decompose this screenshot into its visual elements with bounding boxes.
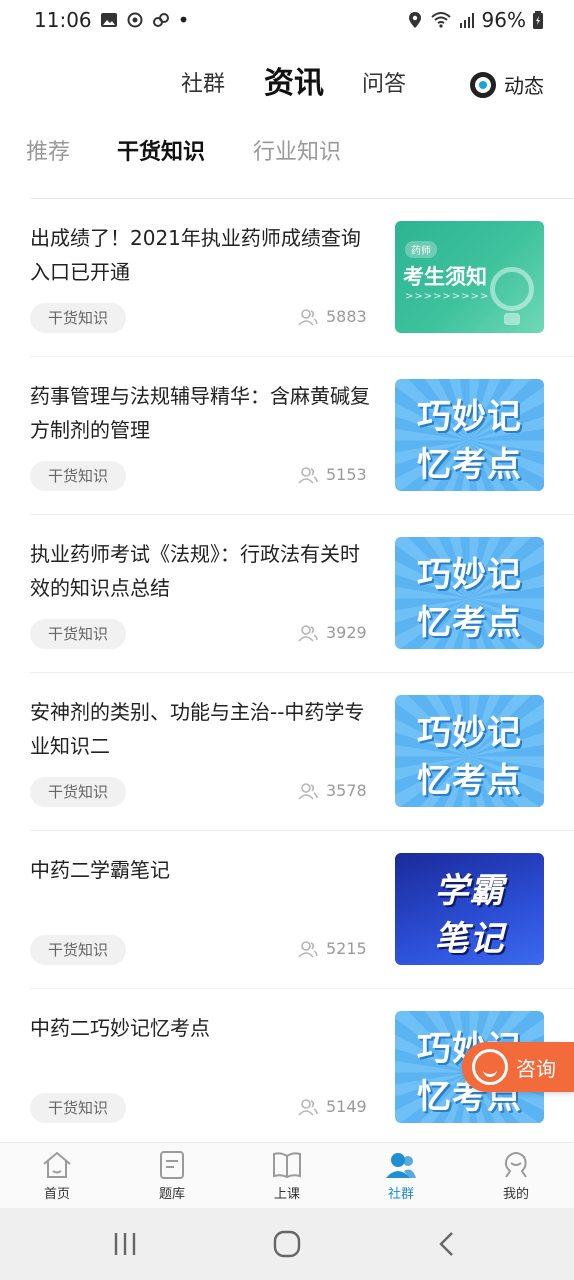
nav-home[interactable]: 首页 [12, 1151, 102, 1202]
question-bank-icon [160, 1151, 184, 1179]
status-bar: 11:06 • 96% [0, 0, 574, 40]
article-thumbnail: 巧妙记 忆考点 [395, 379, 544, 491]
view-count: 3929 [298, 623, 367, 642]
article-tag: 干货知识 [30, 461, 127, 491]
article-title: 执业药师考试《法规》：行政法有关时效的知识点总结 [30, 542, 360, 600]
view-count: 3578 [298, 781, 367, 800]
view-count: 5153 [298, 465, 367, 484]
consult-button[interactable]: 咨询 [462, 1042, 574, 1092]
book-icon [273, 1152, 301, 1179]
sub-tab-bar: 推荐 干货知识 行业知识 [0, 128, 574, 172]
nav-community[interactable]: 社群 [356, 1151, 446, 1202]
top-tab-bar: 社群 资讯 问答 动态 [0, 52, 574, 112]
users-icon [298, 308, 318, 326]
customer-service-icon [472, 1049, 508, 1085]
article-thumbnail: 药师 考生须知 >>>>>>>>> [395, 221, 544, 333]
link-icon [152, 13, 169, 27]
article-thumbnail: 学霸 笔记 [395, 853, 544, 965]
article-item[interactable]: 中药二学霸笔记 干货知识 5215 学霸 笔记 [30, 831, 574, 989]
status-time: 11:06 [34, 8, 92, 32]
signal-icon [459, 13, 474, 28]
users-icon [298, 466, 318, 484]
article-tag: 干货知识 [30, 619, 127, 649]
status-dot: • [177, 8, 190, 32]
system-nav-bar [0, 1208, 574, 1280]
article-thumbnail: 巧妙记 忆考点 [395, 695, 544, 807]
dynamic-button[interactable]: 动态 [470, 70, 544, 99]
nav-profile[interactable]: 我的 [471, 1151, 561, 1202]
battery-level: 96% [481, 8, 526, 32]
tab-news[interactable]: 资讯 [264, 58, 324, 102]
users-icon [298, 940, 318, 958]
users-icon [298, 624, 318, 642]
location-icon [408, 12, 421, 28]
article-item[interactable]: 执业药师考试《法规》：行政法有关时效的知识点总结 干货知识 3929 巧妙记 忆… [30, 515, 574, 673]
sync-icon [127, 12, 143, 28]
home-button-icon[interactable] [273, 1230, 301, 1258]
article-tag: 干货知识 [30, 777, 127, 807]
recent-apps-icon[interactable] [112, 1230, 138, 1258]
article-title: 中药二巧妙记忆考点 [30, 1016, 210, 1040]
nav-class[interactable]: 上课 [242, 1151, 332, 1202]
article-title: 安神剂的类别、功能与主治--中药学专业知识二 [30, 700, 365, 758]
subtab-practical-knowledge[interactable]: 干货知识 [117, 134, 205, 166]
wifi-icon [430, 12, 451, 28]
profile-icon [504, 1152, 527, 1178]
nav-question-bank[interactable]: 题库 [127, 1151, 217, 1202]
view-count: 5883 [298, 307, 367, 326]
view-count: 5149 [298, 1097, 367, 1116]
subtab-recommend[interactable]: 推荐 [26, 134, 70, 166]
users-icon [298, 782, 318, 800]
home-icon [43, 1151, 71, 1178]
tab-qa[interactable]: 问答 [362, 66, 406, 98]
article-item[interactable]: 安神剂的类别、功能与主治--中药学专业知识二 干货知识 3578 巧妙记 忆考点 [30, 673, 574, 831]
subtab-industry-knowledge[interactable]: 行业知识 [253, 134, 341, 166]
dynamic-icon [470, 71, 496, 98]
users-icon [298, 1098, 318, 1116]
back-icon[interactable] [436, 1230, 458, 1258]
article-tag: 干货知识 [30, 935, 127, 965]
article-tag: 干货知识 [30, 1093, 127, 1123]
article-item[interactable]: 药事管理与法规辅导精华：含麻黄碱复方制剂的管理 干货知识 5153 巧妙记 忆考… [30, 357, 574, 515]
bottom-nav: 首页 题库 上课 社群 我的 [0, 1142, 574, 1208]
article-title: 出成绩了！2021年执业药师成绩查询入口已开通 [30, 226, 361, 284]
article-item[interactable]: 出成绩了！2021年执业药师成绩查询入口已开通 干货知识 5883 药师 考生须… [30, 199, 574, 357]
tab-community[interactable]: 社群 [181, 66, 225, 98]
article-title: 中药二学霸笔记 [30, 858, 170, 882]
dynamic-label: 动态 [504, 74, 544, 98]
article-list: 出成绩了！2021年执业药师成绩查询入口已开通 干货知识 5883 药师 考生须… [0, 199, 574, 1147]
article-tag: 干货知识 [30, 303, 127, 333]
consult-label: 咨询 [516, 1056, 556, 1081]
article-title: 药事管理与法规辅导精华：含麻黄碱复方制剂的管理 [30, 384, 370, 442]
gallery-icon [100, 13, 117, 27]
lightbulb-icon [490, 267, 534, 311]
article-thumbnail: 巧妙记 忆考点 [395, 537, 544, 649]
view-count: 5215 [298, 939, 367, 958]
battery-icon [533, 11, 543, 29]
community-icon [386, 1153, 416, 1178]
